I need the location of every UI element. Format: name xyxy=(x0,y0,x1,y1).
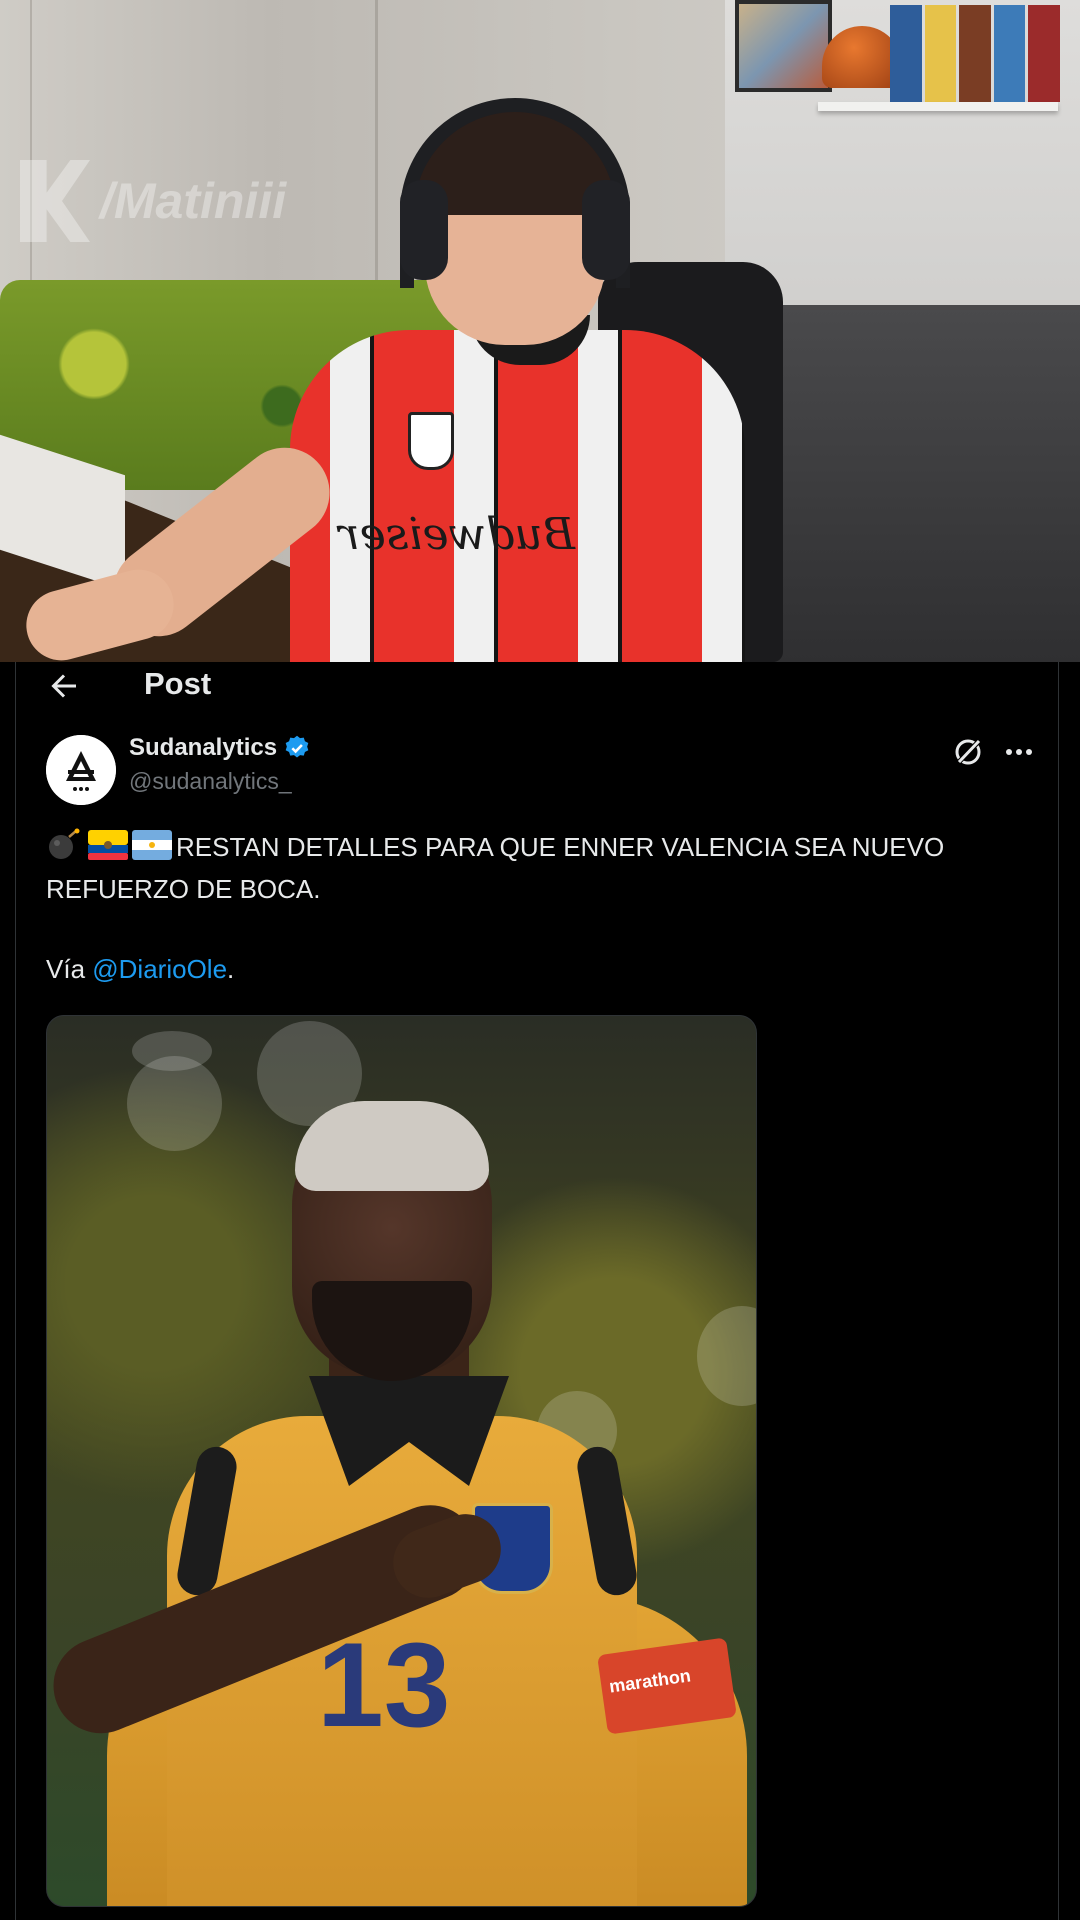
grok-icon[interactable] xyxy=(952,736,984,768)
topbar: Post xyxy=(16,662,1058,710)
bomb-emoji xyxy=(49,828,80,859)
door-edge xyxy=(375,0,378,300)
webcam-feed: Budweiser /Matiniii xyxy=(0,0,1080,662)
post-text: RESTAN DETALLES PARA QUE ENNER VALENCIA … xyxy=(46,826,1031,910)
shelf xyxy=(818,102,1058,111)
streamer-shirt xyxy=(290,330,745,662)
verified-badge-icon xyxy=(285,735,309,758)
author-name[interactable]: Sudanalytics xyxy=(129,734,277,762)
author-handle[interactable]: @sudanalytics_ xyxy=(129,768,311,795)
shirt-sponsor: Budweiser xyxy=(338,509,575,560)
more-options-icon[interactable] xyxy=(1001,736,1037,768)
page-title: Post xyxy=(144,666,212,701)
headset-earcup xyxy=(582,180,630,280)
post-text-line: RESTAN DETALLES PARA QUE ENNER VALENCIA … xyxy=(46,826,1031,868)
post-text-line1: RESTAN DETALLES PARA QUE ENNER VALENCIA … xyxy=(176,832,945,862)
shelf-books xyxy=(890,5,1060,102)
watermark-text: /Matiniii xyxy=(100,173,287,229)
kick-logo-icon xyxy=(20,160,90,242)
author-name-row[interactable]: Sudanalytics xyxy=(129,734,311,762)
via-prefix: Vía xyxy=(46,954,86,984)
channel-watermark: /Matiniii xyxy=(20,160,286,242)
via-suffix: . xyxy=(227,954,235,984)
avatar[interactable] xyxy=(46,735,116,805)
post-panel: Post Sudanalytics @sudanalytics_ RESTAN … xyxy=(15,662,1059,1920)
post-source-line: Vía @DiarioOle. xyxy=(46,954,234,985)
author-block: Sudanalytics @sudanalytics_ xyxy=(129,734,311,795)
ecuador-flag-emoji xyxy=(88,830,128,860)
argentina-flag-emoji xyxy=(132,830,172,860)
post-image[interactable]: 13 marathon xyxy=(46,1015,757,1907)
back-arrow-icon[interactable] xyxy=(46,668,82,704)
headset-earcup xyxy=(400,180,448,280)
club-crest-icon xyxy=(408,412,454,470)
player-hair xyxy=(295,1101,489,1191)
picture-frame xyxy=(735,0,832,92)
bokeh-light xyxy=(697,1306,756,1406)
post-text-line2: REFUERZO DE BOCA. xyxy=(46,874,321,904)
mention-link[interactable]: @DiarioOle xyxy=(92,954,227,984)
bokeh-light xyxy=(127,1056,222,1151)
